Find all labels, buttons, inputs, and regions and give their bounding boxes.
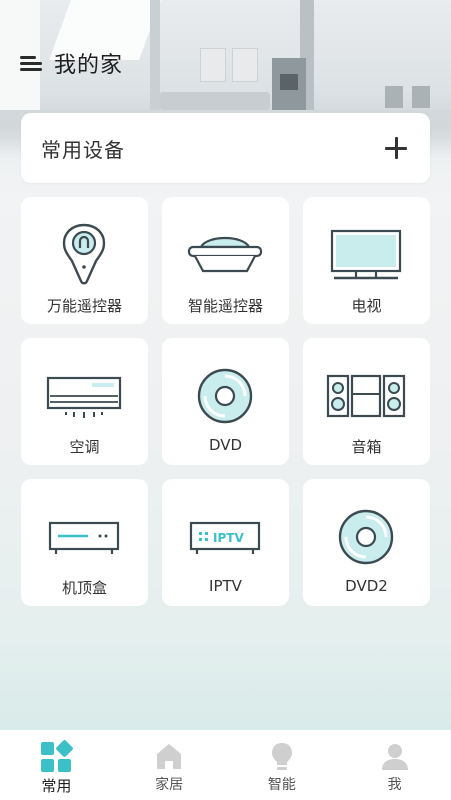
tab-me[interactable]: 我 (338, 730, 451, 800)
device-label: 智能遥控器 (187, 297, 263, 315)
iptv-icon-text: IPTV (213, 531, 244, 545)
home-icon (157, 744, 182, 769)
device-label: 电视 (351, 297, 382, 315)
device-tile-iptv[interactable]: IPTV IPTV (162, 479, 289, 606)
tv-icon (330, 229, 402, 280)
device-tile-air-conditioner[interactable]: 空调 (21, 338, 148, 465)
tab-home[interactable]: 家居 (113, 730, 226, 800)
common-devices-header: 常用设备 (21, 113, 430, 183)
set-top-box-icon (48, 521, 120, 554)
common-devices-title: 常用设备 (41, 137, 125, 162)
tab-label: 我 (387, 777, 402, 793)
tab-common[interactable]: 常用 (0, 730, 113, 800)
user-icon (381, 744, 408, 770)
grid-apps-icon (41, 740, 74, 772)
tab-label: 家居 (155, 777, 184, 793)
dvd-disc-icon (197, 368, 253, 424)
top-bar: 我的家 (20, 48, 123, 78)
iptv-icon: IPTV (189, 521, 261, 554)
device-tile-smart-remote[interactable]: 智能遥控器 (162, 197, 289, 324)
device-label: 音箱 (351, 438, 382, 456)
device-tile-dvd2[interactable]: DVD2 (303, 479, 430, 606)
tab-label: 常用 (41, 777, 72, 795)
device-label: 空调 (69, 438, 100, 456)
plus-icon[interactable] (384, 136, 408, 160)
bottom-tab-bar: 常用 家居 智能 我 (0, 730, 451, 800)
universal-remote-icon (62, 223, 106, 285)
device-grid: 万能遥控器 智能遥控器 电视 空调 DVD 音箱 机顶盒 IPTV IPTV D… (21, 197, 430, 606)
device-tile-set-top-box[interactable]: 机顶盒 (21, 479, 148, 606)
device-label: IPTV (209, 577, 242, 595)
device-label: DVD (208, 436, 243, 454)
air-conditioner-icon (46, 376, 122, 418)
device-tile-universal-remote[interactable]: 万能遥控器 (21, 197, 148, 324)
page-title: 我的家 (54, 53, 124, 78)
device-tile-speaker[interactable]: 音箱 (303, 338, 430, 465)
device-tile-tv[interactable]: 电视 (303, 197, 430, 324)
device-label: 万能遥控器 (46, 297, 122, 315)
device-label: DVD2 (345, 577, 388, 595)
smart-remote-icon (187, 236, 263, 273)
dvd-disc-icon (338, 509, 394, 565)
device-tile-dvd[interactable]: DVD (162, 338, 289, 465)
lightbulb-icon (271, 743, 292, 770)
tab-label: 智能 (267, 777, 296, 793)
tab-smart[interactable]: 智能 (226, 730, 339, 800)
device-label: 机顶盒 (61, 579, 107, 597)
menu-icon[interactable] (20, 54, 42, 72)
speaker-icon (326, 374, 406, 418)
